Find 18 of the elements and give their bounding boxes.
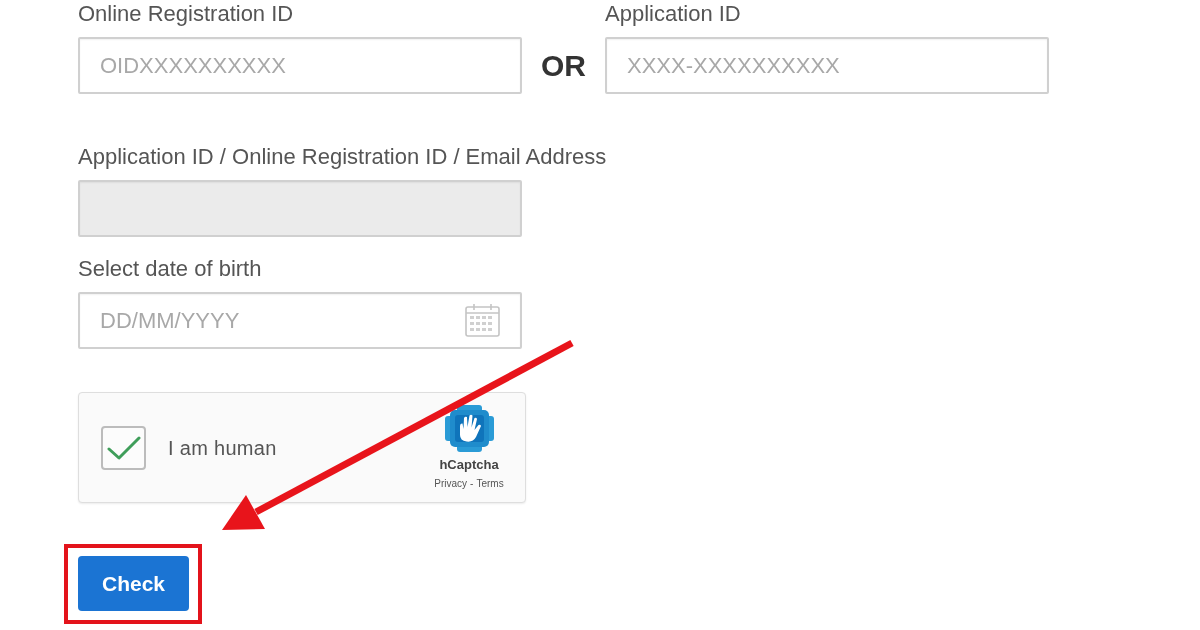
calendar-icon — [465, 303, 500, 337]
input-field[interactable]: OIDXXXXXXXXXX — [78, 37, 522, 94]
checkbox[interactable] — [101, 425, 146, 470]
field-label: Application ID — [605, 2, 741, 26]
captcha-brand-text: hCaptcha — [439, 457, 499, 473]
input-field[interactable]: XXXX-XXXXXXXXXX — [605, 37, 1049, 94]
check-button[interactable]: Check — [78, 556, 189, 611]
hand-logo-icon — [444, 405, 494, 452]
field-label: Select date of birth — [78, 257, 262, 281]
captcha-link[interactable]: Privacy — [434, 477, 468, 490]
or-separator-text: OR — [541, 50, 586, 81]
captcha-label: I am human — [168, 435, 277, 461]
input-field[interactable]: DD/MM/YYYY — [78, 292, 522, 349]
field-label: Application ID / Online Registration ID / Email Address — [78, 145, 607, 169]
checkmark-icon — [106, 434, 141, 461]
field-label: Online Registration ID — [78, 2, 294, 26]
captcha-link[interactable]: Terms — [476, 477, 504, 490]
link-separator: - — [470, 477, 474, 490]
